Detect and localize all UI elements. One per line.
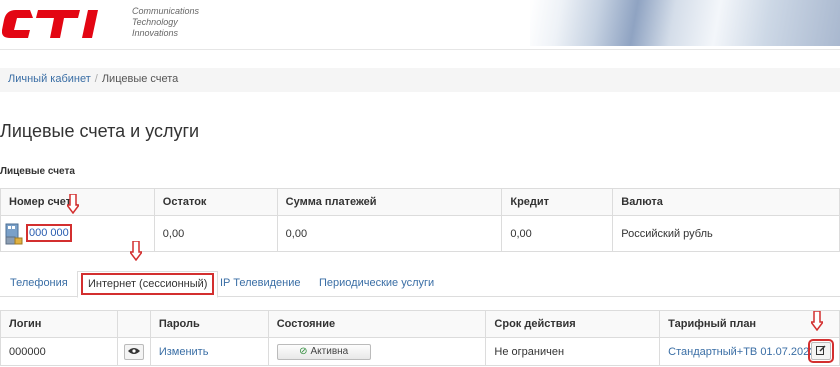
annotation-arrow-down-icon <box>130 241 142 261</box>
service-tabs: Телефония Интернет (сессионный) IP Телев… <box>0 265 840 298</box>
show-password-button[interactable] <box>123 343 144 360</box>
account-card-icon <box>5 223 23 244</box>
table-header-row: Номер счета Остаток Сумма платежей Креди… <box>0 188 840 216</box>
login-cell: 000000 <box>0 337 118 366</box>
tagline-line: Technology <box>132 17 178 27</box>
table-header-row: Логин Пароль Состояние Срок действия Тар… <box>0 310 840 338</box>
col-header-credit: Кредит <box>501 188 614 216</box>
tab-periodic-services[interactable]: Периодические услуги <box>313 271 440 297</box>
edit-plan-button[interactable] <box>808 339 834 363</box>
section-title: Лицевые счета <box>0 166 75 177</box>
check-circle-icon: ⊘ <box>299 345 308 357</box>
header: Communications Technology Innovations <box>0 0 840 50</box>
breadcrumb-home-link[interactable]: Личный кабинет <box>8 73 91 85</box>
payments-cell: 0,00 <box>276 215 503 252</box>
accounts-table: Номер счета Остаток Сумма платежей Креди… <box>0 188 840 252</box>
tagline-line: Communications <box>132 6 200 16</box>
annotation-arrow-down-icon <box>811 311 823 331</box>
eye-icon <box>127 347 140 354</box>
col-header-password: Пароль <box>149 310 269 338</box>
annotation-arrow-down-icon <box>67 194 79 214</box>
breadcrumb-current: Лицевые счета <box>101 73 179 85</box>
balance-cell: 0,00 <box>153 215 278 252</box>
services-table: Логин Пароль Состояние Срок действия Тар… <box>0 310 840 366</box>
table-row: 000000 Изменить ⊘ Активна Не ограничен Ст… <box>0 337 840 366</box>
edit-icon <box>816 345 826 356</box>
col-header-validity: Срок действия <box>485 310 661 338</box>
tab-telephony[interactable]: Телефония <box>4 271 74 297</box>
tab-internet-session[interactable]: Интернет (сессионный) <box>77 271 219 298</box>
show-password-cell <box>116 337 151 366</box>
breadcrumb: Личный кабинет / Лицевые счета <box>0 68 840 92</box>
credit-cell: 0,00 <box>501 215 614 252</box>
password-cell: Изменить <box>149 337 269 366</box>
account-number-link[interactable]: 000 000 <box>26 224 72 243</box>
col-header-status: Состояние <box>267 310 487 338</box>
validity-cell: Не ограничен <box>485 337 661 366</box>
tariff-plan-link[interactable]: Стандартный+ТВ 01.07.2022 <box>668 346 815 358</box>
change-password-link[interactable]: Изменить <box>159 346 209 358</box>
col-header-balance: Остаток <box>153 188 278 216</box>
header-banner <box>530 0 840 46</box>
status-label: Активна <box>310 345 349 357</box>
page-title: Лицевые счета и услуги <box>0 121 200 141</box>
currency-cell: Российский рубль <box>612 215 840 252</box>
cti-logo[interactable] <box>2 4 130 44</box>
tab-iptv[interactable]: IP Телевидение <box>214 271 307 297</box>
col-header-login: Логин <box>0 310 118 338</box>
status-cell: ⊘ Активна <box>267 337 487 366</box>
col-header-payments: Сумма платежей <box>276 188 503 216</box>
logo-tagline: Communications Technology Innovations <box>132 6 199 39</box>
status-active-button[interactable]: ⊘ Активна <box>276 343 371 360</box>
table-row: 000 000 0,00 0,00 0,00 Российский рубль <box>0 215 840 252</box>
col-header-blank <box>116 310 151 338</box>
breadcrumb-separator: / <box>94 73 98 85</box>
plan-cell: Стандартный+ТВ 01.07.2022 <box>659 337 840 366</box>
col-header-currency: Валюта <box>612 188 840 216</box>
tab-label: Интернет (сессионный) <box>80 273 215 295</box>
tagline-line: Innovations <box>132 28 179 38</box>
